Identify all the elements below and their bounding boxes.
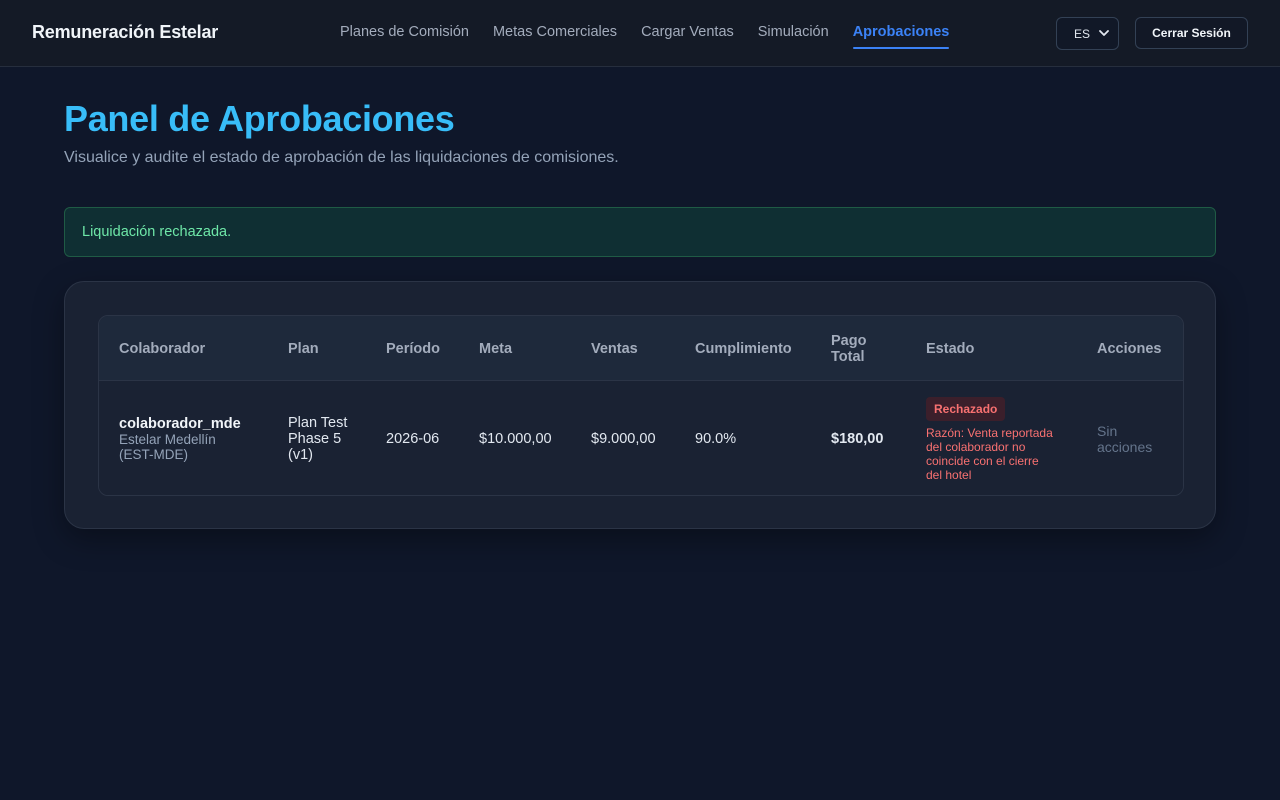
- colaborador-hotel: Estelar Medellín (EST-MDE): [119, 432, 216, 462]
- cell-ventas: $9.000,00: [591, 431, 656, 447]
- cell-acciones: Sin acciones: [1097, 381, 1167, 495]
- page-title: Panel de Aprobaciones: [64, 98, 455, 139]
- cell-pago-total: $180,00: [831, 431, 884, 447]
- cell-cumplimiento: 90.0%: [695, 431, 737, 447]
- rejection-reason: Razón: Venta reportada del colaborador n…: [926, 425, 1053, 482]
- nav-simulacion[interactable]: Simulación: [758, 0, 829, 66]
- header-meta: Meta: [479, 340, 513, 357]
- logout-button[interactable]: Cerrar Sesión: [1135, 17, 1248, 49]
- cell-meta: $10.000,00: [479, 431, 552, 447]
- top-navbar: Remuneración Estelar Planes de Comisión …: [0, 0, 1280, 67]
- header-cumplimiento: Cumplimiento: [695, 340, 792, 357]
- header-pago-total: Pago Total: [831, 332, 867, 365]
- header-plan: Plan: [288, 340, 319, 357]
- success-alert: Liquidación rechazada.: [64, 207, 1216, 257]
- header-estado: Estado: [926, 340, 975, 357]
- approvals-card: Colaborador Plan Período Meta Ventas Cum…: [64, 281, 1216, 529]
- header-periodo: Período: [386, 340, 440, 357]
- nav-cargar-ventas[interactable]: Cargar Ventas: [641, 0, 734, 66]
- cell-colaborador: colaborador_mde Estelar Medellín (EST-MD…: [119, 381, 279, 495]
- header-colaborador: Colaborador: [119, 340, 206, 357]
- nav-planes-comision[interactable]: Planes de Comisión: [340, 0, 469, 66]
- alert-message: Liquidación rechazada.: [82, 224, 232, 240]
- header-ventas: Ventas: [591, 340, 638, 357]
- language-select[interactable]: ES: [1056, 17, 1119, 50]
- table-body: colaborador_mde Estelar Medellín (EST-MD…: [99, 381, 1183, 495]
- chevron-down-icon: [1099, 30, 1109, 36]
- language-value: ES: [1074, 26, 1091, 41]
- cell-plan: Plan Test Phase 5 (v1): [288, 415, 348, 463]
- nav-aprobaciones[interactable]: Aprobaciones: [852, 0, 949, 66]
- brand-name[interactable]: Remuneración Estelar: [32, 22, 218, 43]
- approvals-table: Colaborador Plan Período Meta Ventas Cum…: [98, 315, 1184, 496]
- cell-periodo: 2026-06: [386, 431, 440, 447]
- header-acciones: Acciones: [1097, 340, 1162, 357]
- colaborador-username: colaborador_mde: [119, 416, 241, 432]
- page-subtitle: Visualice y audite el estado de aprobaci…: [64, 149, 619, 166]
- nav-metas-comerciales[interactable]: Metas Comerciales: [493, 0, 617, 66]
- table-header: Colaborador Plan Período Meta Ventas Cum…: [99, 316, 1183, 381]
- main-nav: Planes de Comisión Metas Comerciales Car…: [340, 0, 973, 66]
- status-badge: Rechazado: [926, 396, 1006, 421]
- no-actions-text: Sin acciones: [1097, 423, 1153, 455]
- cell-estado: Rechazado Razón: Venta reportada del col…: [926, 381, 1066, 495]
